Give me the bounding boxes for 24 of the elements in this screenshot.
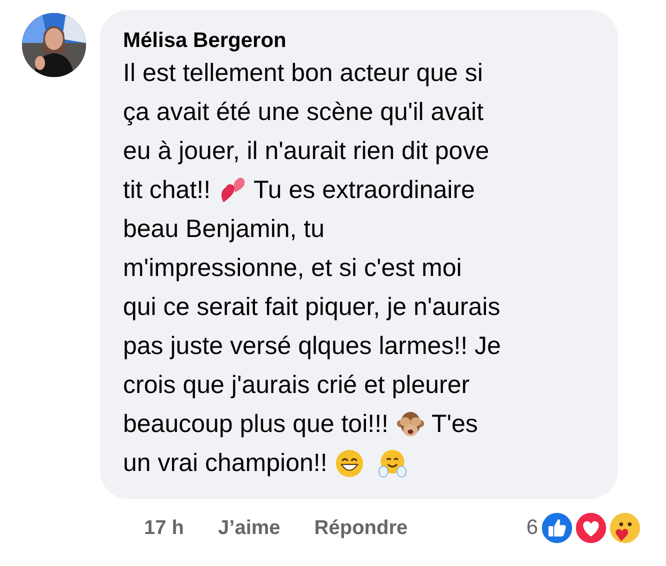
comment-text: qui ce serait fait piquer, je n'aurais [123, 292, 500, 323]
comment-time[interactable]: 17 h [144, 516, 184, 540]
like-link[interactable]: J’aime [218, 516, 280, 540]
comment-text: beaucoup plus que toi!!! [123, 409, 388, 440]
comment-text: m'impressionne, et si c'est moi [123, 253, 462, 284]
hugging-emoji-icon [378, 449, 408, 478]
like-reaction-icon[interactable] [540, 511, 574, 545]
author-name[interactable]: Mélisa Bergeron [123, 28, 600, 54]
love-reaction-icon[interactable] [574, 511, 608, 545]
comment-text: ça avait été une scène qu'il avait [123, 97, 484, 128]
reply-link[interactable]: Répondre [314, 516, 408, 540]
comment-text: eu à jouer, il n'aurait rien dit pove [123, 136, 490, 167]
comment-text: Il est tellement bon acteur que si [123, 58, 483, 89]
comment-text: pas juste versé qlques larmes!! Je [123, 331, 501, 362]
comment-text: T'es [431, 409, 478, 440]
comment-text: tit chat!! [123, 175, 211, 206]
comment-text: beau Benjamin, tu [123, 214, 325, 245]
grinning-emoji-icon [335, 449, 364, 478]
comment-text: un vrai champion!! [123, 448, 328, 479]
reaction-count[interactable]: 6 [526, 516, 538, 540]
comment-text: Tu es extraordinaire [254, 175, 475, 206]
comment-text: crois que j'aurais crié et pleurer [123, 370, 470, 401]
care-reaction-icon[interactable] [608, 511, 642, 545]
monkey-emoji-icon [396, 410, 426, 439]
